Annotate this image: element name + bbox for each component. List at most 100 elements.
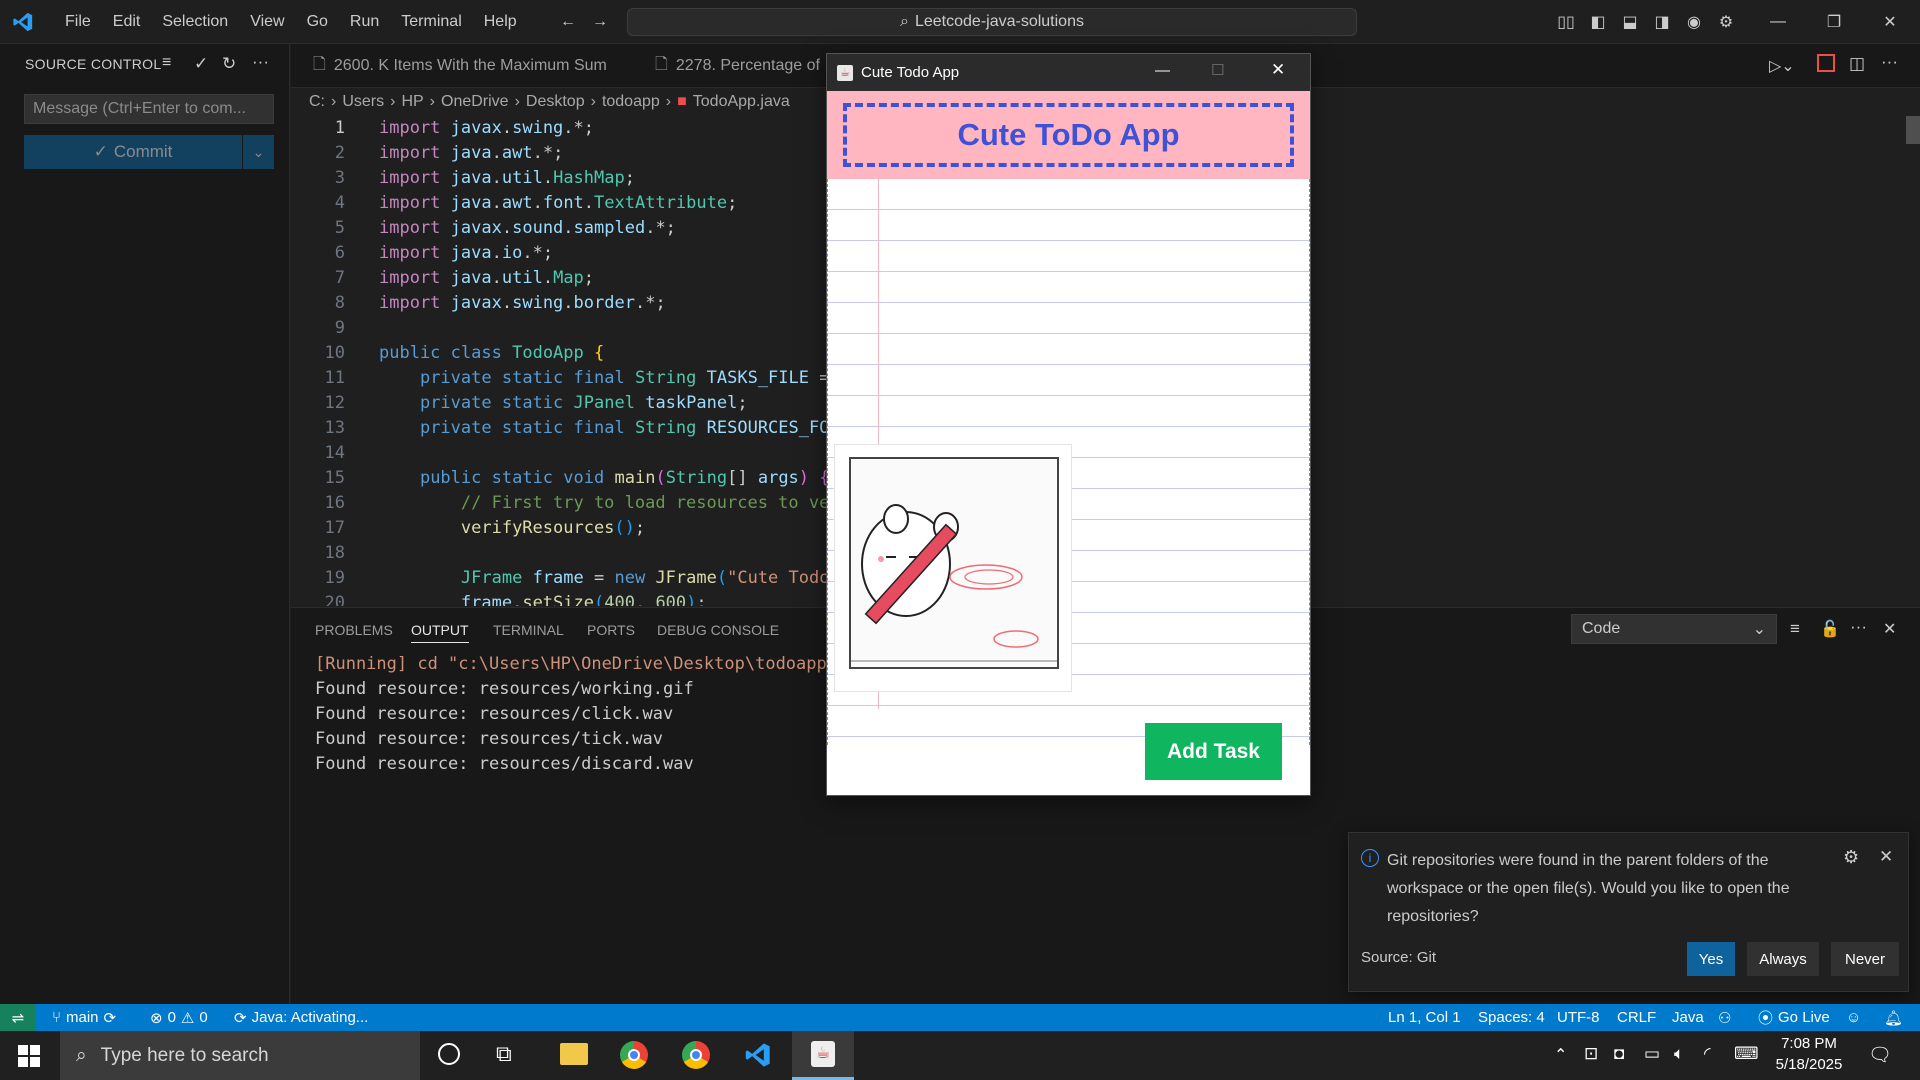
- panel-tab-terminal[interactable]: TERMINAL: [493, 622, 564, 638]
- refresh-icon[interactable]: ↻: [222, 54, 242, 74]
- notification-settings-gear-icon[interactable]: ⚙: [1843, 847, 1859, 868]
- language-mode[interactable]: Java: [1672, 1004, 1704, 1031]
- java-app-taskbar-button[interactable]: ☕: [792, 1031, 854, 1080]
- code-text: import java.awt.*;: [379, 143, 564, 163]
- settings-gear-icon[interactable]: ⚙: [1716, 12, 1736, 32]
- restore-window-icon[interactable]: ❐: [1824, 12, 1844, 32]
- minimize-window-icon[interactable]: —: [1768, 12, 1788, 32]
- breadcrumb-item[interactable]: Users: [342, 93, 384, 111]
- commit-button[interactable]: ✓ Commit: [24, 135, 242, 169]
- problems-status[interactable]: ⊗ 0 ⚠ 0: [150, 1004, 208, 1031]
- chrome-icon[interactable]: [620, 1041, 648, 1069]
- panel-tab-problems[interactable]: PROBLEMS: [315, 622, 393, 638]
- line-ending[interactable]: CRLF: [1617, 1004, 1656, 1031]
- file-explorer-icon[interactable]: [560, 1043, 588, 1065]
- copilot-icon[interactable]: ⚇: [1718, 1004, 1731, 1031]
- back-arrow-icon[interactable]: ←: [558, 12, 578, 32]
- commit-label: Commit: [113, 142, 173, 161]
- volume-icon[interactable]: 🔈︎: [1674, 1044, 1684, 1064]
- never-button[interactable]: Never: [1831, 942, 1899, 976]
- view-as-list-icon[interactable]: ≡: [162, 54, 182, 74]
- panel-tab-output[interactable]: OUTPUT: [411, 622, 469, 643]
- breadcrumb-item[interactable]: Desktop: [526, 93, 585, 111]
- windows-start-icon[interactable]: [18, 1045, 40, 1067]
- lock-scroll-icon[interactable]: 🔓: [1820, 619, 1840, 639]
- breadcrumb-item[interactable]: OneDrive: [441, 93, 509, 111]
- toggle-secondary-sidebar-icon[interactable]: ◨: [1652, 12, 1672, 32]
- more-actions-icon[interactable]: ···: [252, 52, 272, 72]
- feedback-icon[interactable]: ☺: [1846, 1004, 1861, 1031]
- camera-icon[interactable]: ◘: [1614, 1044, 1624, 1064]
- forward-arrow-icon[interactable]: →: [590, 12, 610, 32]
- wifi-icon[interactable]: ◜: [1704, 1044, 1711, 1064]
- show-hidden-icons-chevron-icon[interactable]: ⌃: [1554, 1045, 1567, 1065]
- notification-close-icon[interactable]: ✕: [1879, 847, 1893, 867]
- go-live-button[interactable]: ⦿ Go Live: [1758, 1004, 1830, 1031]
- menu-item-terminal[interactable]: Terminal: [390, 13, 472, 31]
- cursor-position[interactable]: Ln 1, Col 1: [1388, 1004, 1461, 1031]
- always-button[interactable]: Always: [1747, 942, 1819, 976]
- panel-more-icon[interactable]: ···: [1850, 617, 1867, 637]
- menu-item-selection[interactable]: Selection: [151, 13, 239, 31]
- breadcrumb-item[interactable]: TodoApp.java: [693, 93, 790, 111]
- git-branch-status[interactable]: ⑂ main ⟳: [52, 1004, 116, 1031]
- yes-button[interactable]: Yes: [1687, 942, 1735, 976]
- action-center-icon[interactable]: 🗨︎: [1868, 1043, 1892, 1067]
- output-view[interactable]: [Running] cd "c:\Users\HP\OneDrive\Deskt…: [291, 652, 891, 792]
- toggle-sidebar-icon[interactable]: ◧: [1588, 12, 1608, 32]
- clock-date[interactable]: 5/18/2025: [1774, 1056, 1844, 1073]
- split-editor-icon[interactable]: ◫: [1849, 54, 1865, 74]
- line-number: 16: [324, 493, 345, 513]
- task-view-icon[interactable]: ⧉: [496, 1041, 512, 1067]
- todo-close-icon[interactable]: ✕: [1271, 60, 1285, 80]
- stop-icon[interactable]: [1817, 54, 1835, 72]
- clear-output-icon[interactable]: ≡: [1790, 619, 1800, 639]
- todo-app-titlebar[interactable]: ☕ Cute Todo App: [827, 54, 1310, 91]
- menu-item-help[interactable]: Help: [473, 13, 528, 31]
- run-java-icon[interactable]: ▷⌄: [1769, 56, 1795, 76]
- keyboard-icon[interactable]: ⌨: [1734, 1044, 1759, 1064]
- meet-now-icon[interactable]: ⊡: [1584, 1044, 1598, 1064]
- vscode-taskbar-icon[interactable]: [744, 1041, 772, 1074]
- tab-2278[interactable]: 🗋 2278. Percentage of: [641, 44, 834, 88]
- notifications-bell-icon[interactable]: 🔔︎: [1884, 1004, 1903, 1031]
- breadcrumb-item[interactable]: todoapp: [602, 93, 660, 111]
- commit-message-input[interactable]: Message (Ctrl+Enter to com...: [24, 94, 274, 124]
- breadcrumb-item[interactable]: C:: [309, 93, 325, 111]
- encoding[interactable]: UTF-8: [1557, 1004, 1600, 1031]
- chrome-profile-icon[interactable]: [682, 1041, 710, 1069]
- add-task-button[interactable]: Add Task: [1145, 723, 1282, 780]
- tab-2600[interactable]: 🗋 2600. K Items With the Maximum Sum: [299, 44, 621, 88]
- cortana-icon[interactable]: [438, 1043, 460, 1065]
- close-window-icon[interactable]: ✕: [1880, 12, 1900, 32]
- menu-item-run[interactable]: Run: [339, 13, 390, 31]
- commit-check-icon[interactable]: ✓: [194, 54, 214, 74]
- battery-icon[interactable]: ▭: [1644, 1044, 1660, 1064]
- indentation[interactable]: Spaces: 4: [1478, 1004, 1545, 1031]
- toggle-panel-icon[interactable]: ⬓: [1620, 12, 1640, 32]
- output-channel-select[interactable]: Code ⌄: [1571, 614, 1777, 644]
- customize-layout-icon[interactable]: ▯▯: [1556, 12, 1576, 32]
- menu-item-edit[interactable]: Edit: [102, 13, 152, 31]
- code-editor[interactable]: 1 import javax.swing.*; 2 import java.awt.*…: [291, 116, 831, 606]
- task-list-area[interactable]: [827, 179, 1310, 745]
- close-panel-icon[interactable]: ✕: [1883, 619, 1896, 639]
- menu-item-view[interactable]: View: [239, 13, 295, 31]
- clock-time[interactable]: 7:08 PM: [1774, 1035, 1844, 1052]
- menu-item-go[interactable]: Go: [296, 13, 339, 31]
- taskbar-search[interactable]: ⌕ Type here to search: [60, 1031, 420, 1080]
- commit-dropdown-button[interactable]: ⌄: [243, 135, 274, 169]
- notification-source: Source: Git: [1361, 949, 1437, 966]
- java-status[interactable]: ⟳ Java: Activating...: [234, 1004, 368, 1031]
- panel-tab-ports[interactable]: PORTS: [587, 622, 635, 638]
- vscode-logo-icon[interactable]: [12, 11, 34, 33]
- menu-item-file[interactable]: File: [54, 13, 102, 31]
- panel-tab-debug-console[interactable]: DEBUG CONSOLE: [657, 622, 779, 638]
- editor-scrollbar-thumb[interactable]: [1906, 116, 1920, 144]
- todo-minimize-icon[interactable]: —: [1155, 62, 1170, 79]
- editor-more-icon[interactable]: ···: [1881, 52, 1898, 72]
- account-icon[interactable]: ◉: [1684, 12, 1704, 32]
- breadcrumb-item[interactable]: HP: [401, 93, 423, 111]
- remote-indicator-icon[interactable]: ⇌: [0, 1004, 36, 1031]
- command-center-search[interactable]: ⌕ Leetcode-java-solutions: [627, 8, 1357, 36]
